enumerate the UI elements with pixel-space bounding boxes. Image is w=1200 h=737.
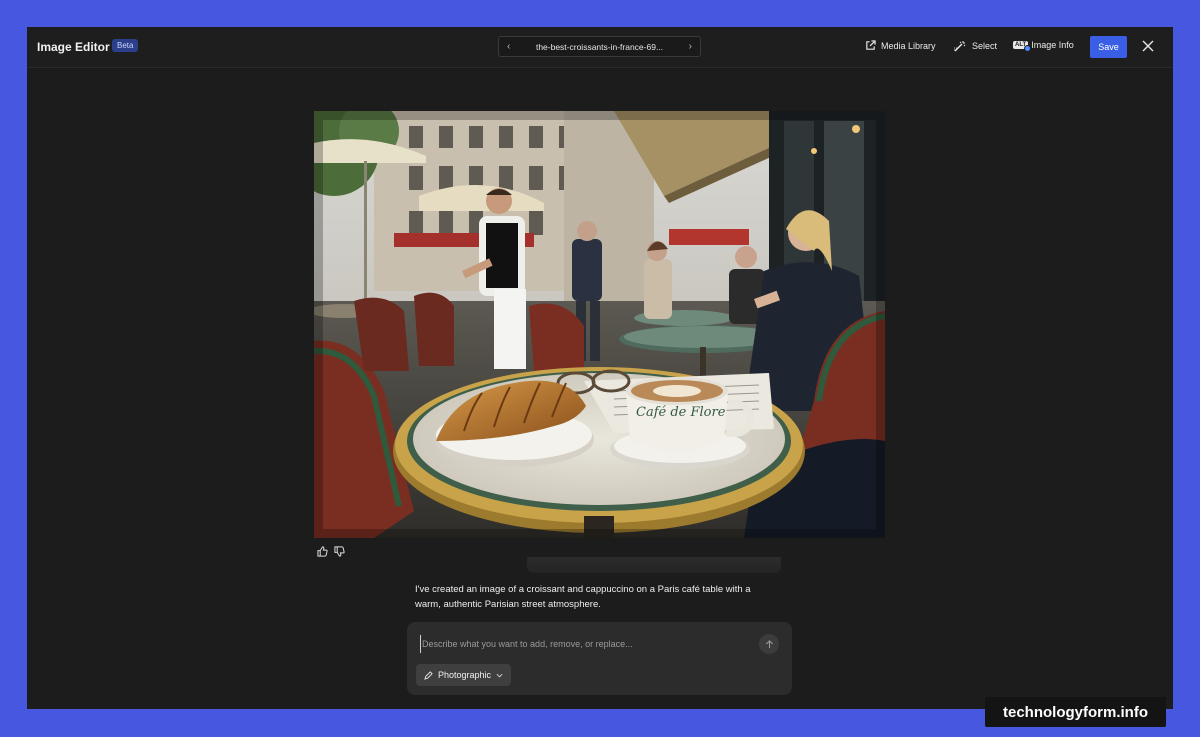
chevron-left-icon[interactable]: ‹ xyxy=(507,41,510,52)
file-name: the-best-croissants-in-france-69... xyxy=(535,41,664,52)
external-link-icon xyxy=(866,40,876,50)
thumbs-down-icon[interactable] xyxy=(334,544,345,562)
app-title: Image Editor xyxy=(37,40,110,54)
generated-image[interactable]: Café de Flore xyxy=(314,111,885,538)
magic-wand-icon xyxy=(954,41,966,52)
send-button[interactable] xyxy=(759,634,779,654)
arrow-up-icon xyxy=(765,639,773,648)
editor-header: Image Editor Beta ‹ the-best-croissants-… xyxy=(27,27,1173,68)
beta-badge: Beta xyxy=(112,39,139,52)
chevron-down-icon xyxy=(496,673,503,677)
close-button[interactable] xyxy=(1142,39,1154,57)
select-button[interactable]: Select xyxy=(953,40,997,52)
image-info-label: Image Info xyxy=(1031,40,1074,50)
style-label: Photographic xyxy=(438,670,492,680)
image-editor-window: Image Editor Beta ‹ the-best-croissants-… xyxy=(27,27,1173,709)
chevron-right-icon[interactable]: › xyxy=(689,41,692,52)
assistant-message: I've created an image of a croissant and… xyxy=(415,584,751,610)
prompt-composer: Photographic xyxy=(407,622,792,695)
feedback-controls xyxy=(317,544,345,562)
style-dropdown[interactable]: Photographic xyxy=(416,664,512,686)
select-label: Select xyxy=(972,41,998,51)
save-button[interactable]: Save xyxy=(1090,36,1127,58)
file-navigator: ‹ the-best-croissants-in-france-69... › xyxy=(498,36,701,57)
carousel-handle xyxy=(527,557,781,573)
prompt-input[interactable] xyxy=(420,635,740,653)
close-icon xyxy=(1142,40,1154,52)
site-watermark: technologyform.info xyxy=(985,697,1166,727)
image-info-button[interactable]: ALT Image Info xyxy=(1013,40,1074,52)
media-library-label: Media Library xyxy=(881,40,936,51)
alt-text-icon: ALT xyxy=(1013,41,1032,52)
cup-logo-text: Café de Flore xyxy=(636,405,726,420)
thumbs-up-icon[interactable] xyxy=(317,544,328,562)
pencil-icon xyxy=(424,670,433,680)
media-library-button[interactable]: Media Library xyxy=(865,40,936,51)
